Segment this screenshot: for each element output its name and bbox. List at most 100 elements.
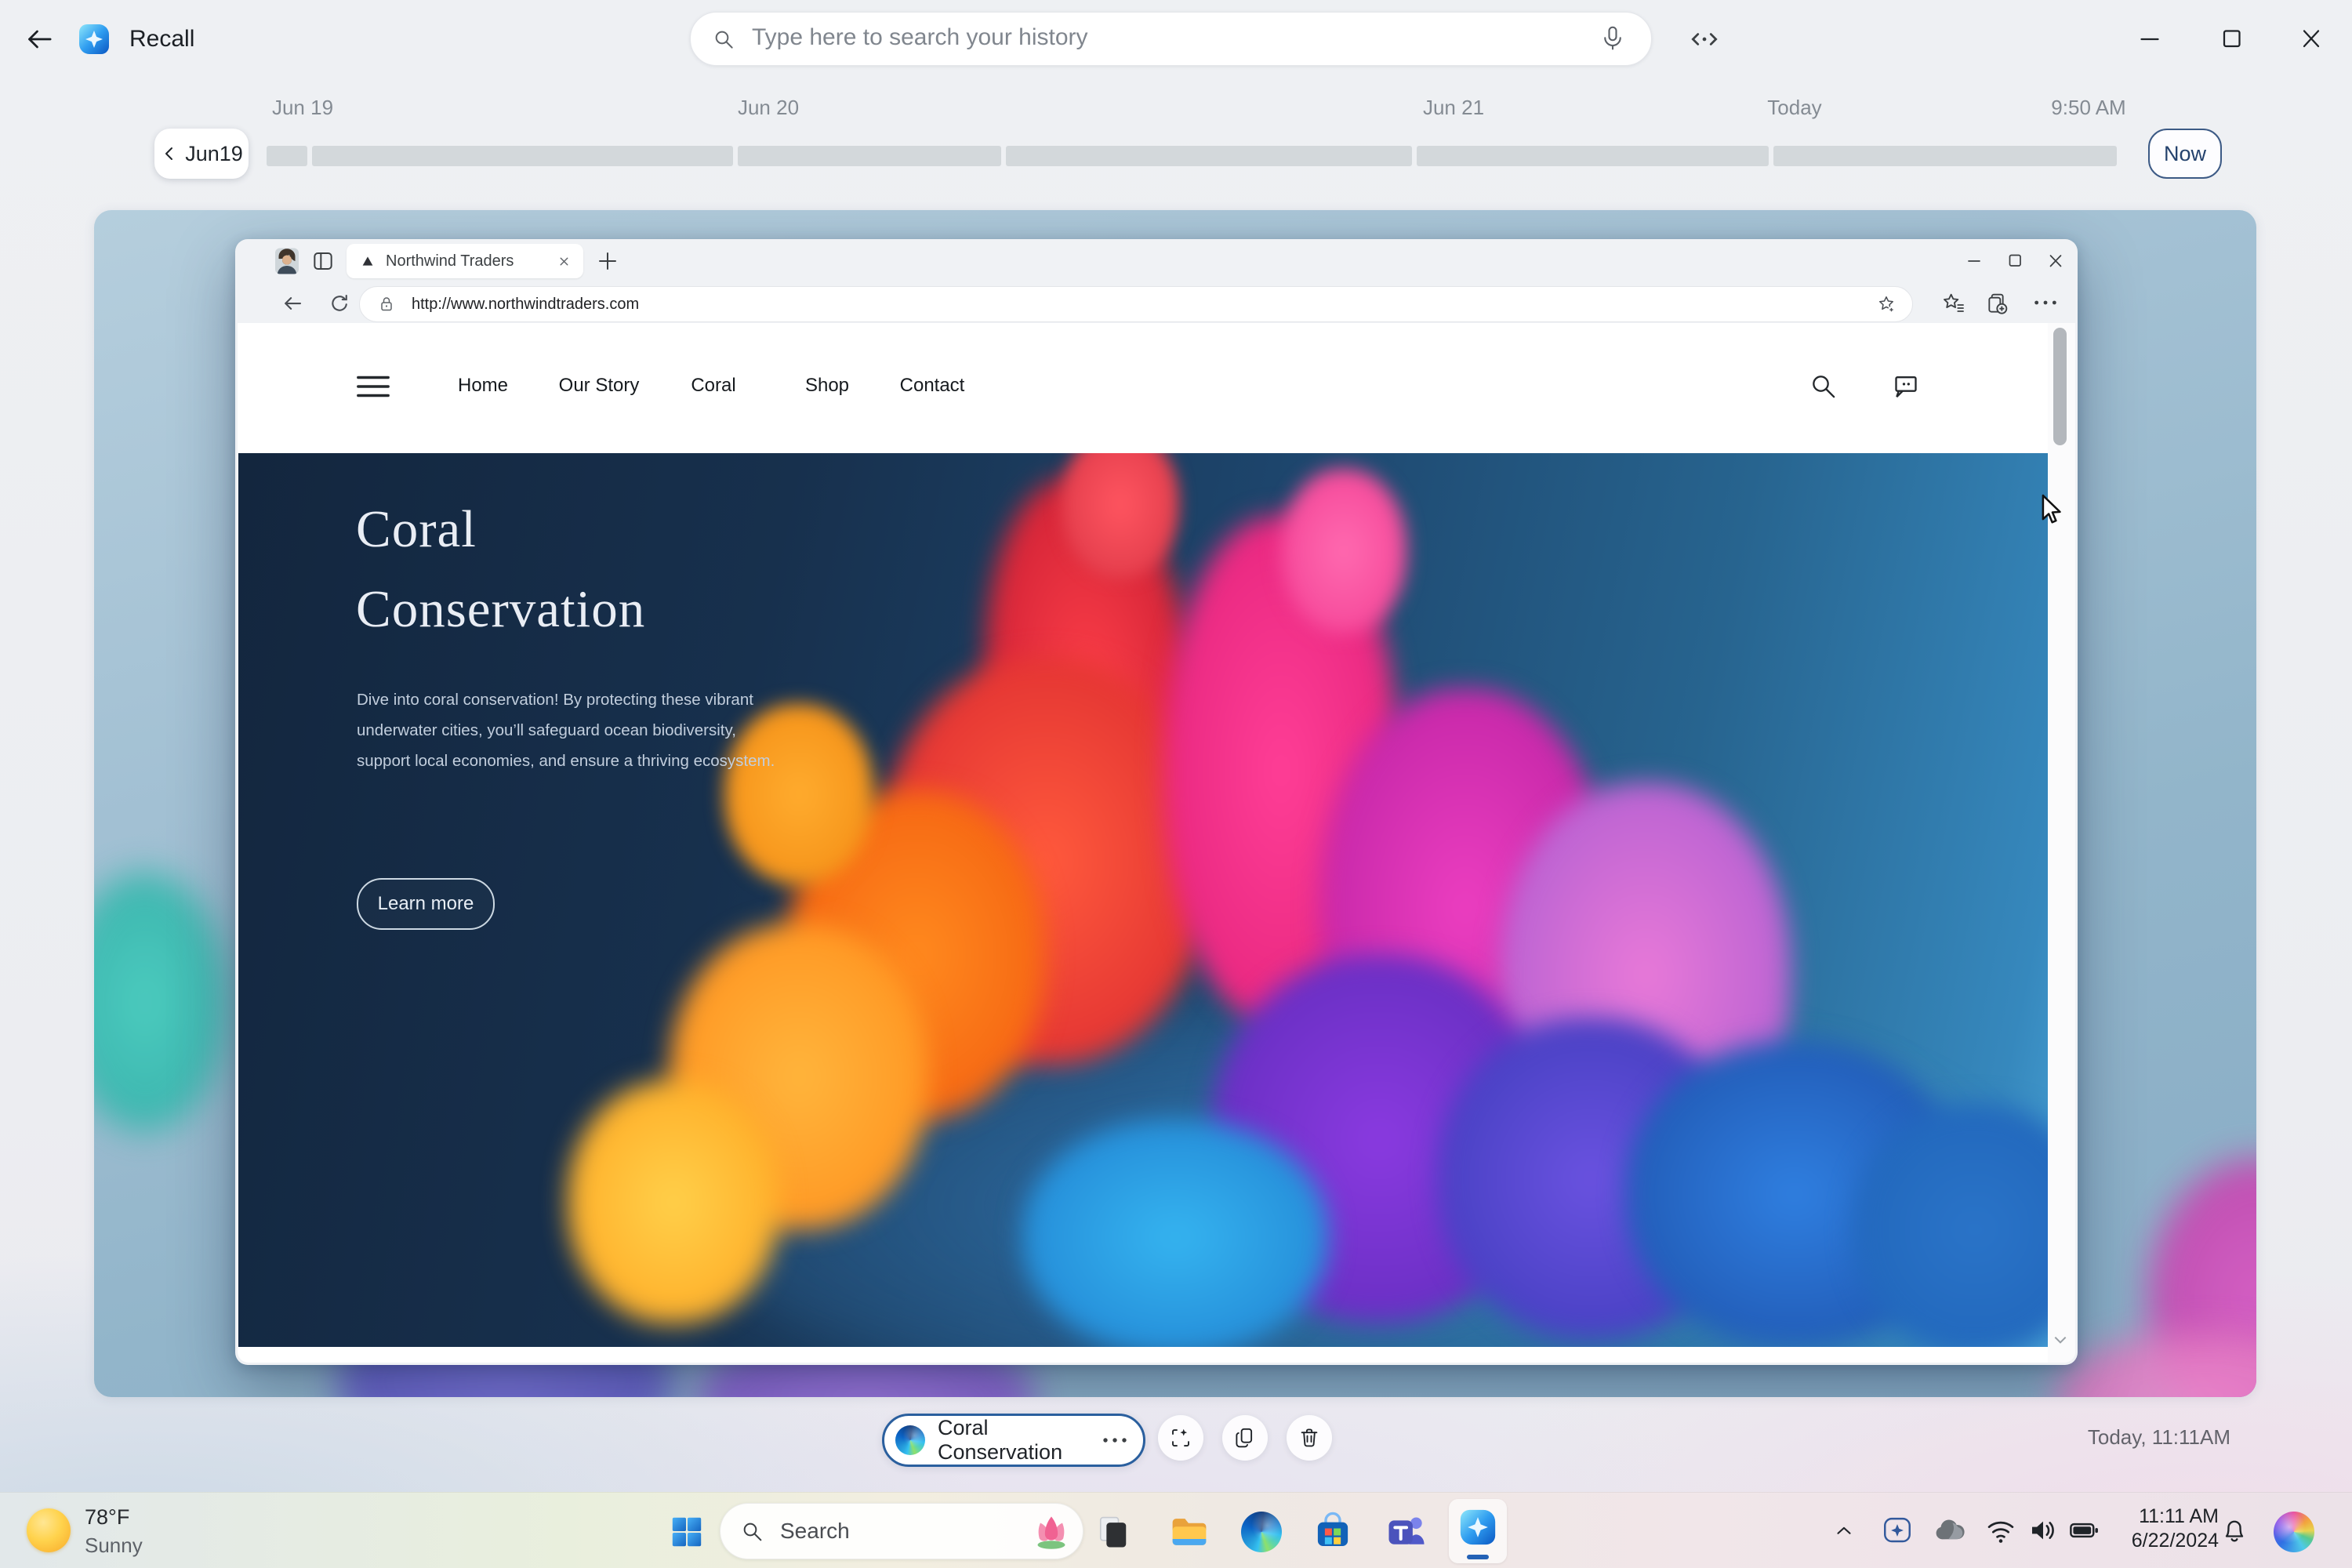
site-menu-icon[interactable] [355,373,391,400]
hero-title-line2: Conservation [356,569,645,649]
snapshot-viewer[interactable]: Northwind Traders [94,210,2256,1397]
now-button[interactable]: Now [2148,129,2222,179]
tray-recall-icon[interactable] [1880,1513,1915,1548]
copilot-button[interactable] [2270,1510,2318,1554]
browser-profile-avatar[interactable] [273,247,301,275]
hero-body-line: Dive into coral conservation! By protect… [357,684,775,715]
scrollbar-thumb[interactable] [2053,328,2067,445]
timeline-scrubber-button[interactable] [1687,22,1722,56]
hero-image: Coral Conservation Dive into coral conse… [238,453,2048,1347]
site-favicon [361,254,375,268]
timeline-segment[interactable] [1417,146,1769,166]
trash-icon [1298,1426,1321,1450]
teams-icon [1385,1511,1428,1553]
scroll-down-arrow-icon[interactable] [2054,1336,2067,1344]
clock-time: 11:11 AM [2117,1504,2219,1529]
jump-to-date-button[interactable]: Jun19 [154,129,249,179]
maximize-icon [2216,25,2247,53]
browser-maximize-button[interactable] [2005,252,2025,270]
app-icon-store[interactable] [1309,1508,1356,1555]
coral-art [1281,469,1406,633]
window-minimize-button[interactable] [2134,25,2165,53]
folder-icon [1168,1511,1210,1553]
browser-menu-icon[interactable] [2032,296,2059,310]
add-favorite-icon[interactable] [1876,294,1896,314]
pill-more-icon[interactable] [1101,1436,1129,1445]
copy-button[interactable] [1222,1415,1268,1461]
browser-refresh-icon[interactable] [328,292,351,315]
nav-link-coral[interactable]: Coral [691,375,735,397]
timeline-segment[interactable] [312,146,733,166]
wifi-icon [1984,1514,2017,1547]
hero-body-line: underwater cities, you’ll safeguard ocea… [357,715,775,746]
click-to-do-button[interactable] [1158,1415,1203,1461]
snapshot-source-label: Coral Conservation [938,1416,1101,1465]
browser-tab-strip: Northwind Traders [235,239,2078,283]
browser-close-button[interactable] [2045,252,2066,270]
lotus-flower-icon[interactable] [1029,1509,1073,1553]
mouse-cursor [2037,494,2067,527]
timeline-track[interactable] [0,146,2352,166]
start-button[interactable] [665,1510,709,1554]
plus-icon [596,249,619,273]
collections-icon[interactable] [1985,291,2010,316]
site-search-icon[interactable] [1807,370,1838,401]
browser-window[interactable]: Northwind Traders [235,239,2078,1365]
recall-logo-icon [1456,1505,1500,1549]
app-title: Recall [129,26,194,53]
workspaces-button[interactable] [310,249,336,274]
speaker-icon [2027,1514,2060,1547]
taskbar-search-placeholder: Search [780,1519,1029,1544]
app-icon-file-explorer[interactable] [1166,1508,1213,1555]
app-icon-teams[interactable] [1383,1508,1430,1555]
tab-close-icon[interactable] [557,255,571,268]
timeline-segment[interactable] [1006,146,1412,166]
close-icon [2045,252,2066,270]
tray-battery-icon[interactable] [2065,1513,2103,1548]
timeline-time-label: 9:50 AM [2051,96,2125,120]
tab-title: Northwind Traders [386,252,557,270]
history-search-bar[interactable]: Type here to search your history [690,12,1652,66]
jump-to-date-label: Jun19 [185,142,243,166]
coral-art [568,1080,779,1323]
wallpaper-bloom-teal [94,873,227,1131]
window-maximize-button[interactable] [2216,25,2247,53]
site-chat-icon[interactable] [1890,370,1922,401]
new-tab-button[interactable] [596,249,619,273]
app-icon-recall-active[interactable] [1449,1499,1507,1563]
snapshot-source-pill[interactable]: Coral Conservation [882,1414,1145,1467]
cloud-icon [1931,1514,1967,1547]
nav-link-shop[interactable]: Shop [805,375,849,397]
page-scrollbar[interactable] [2048,323,2075,1363]
learn-more-button[interactable]: Learn more [357,878,495,930]
coral-art [1022,1120,1328,1347]
tray-wifi-icon[interactable] [1984,1513,2018,1548]
back-button[interactable] [24,24,55,55]
browser-tab[interactable]: Northwind Traders [347,244,583,278]
app-icon-task-window[interactable] [1090,1508,1137,1555]
close-icon [2296,25,2327,53]
weather-widget[interactable]: 78°F Sunny [16,1499,251,1563]
tray-chevron-up[interactable] [1830,1516,1858,1544]
notification-bell-button[interactable] [2217,1513,2252,1548]
tray-onedrive-icon[interactable] [1930,1513,1968,1548]
delete-button[interactable] [1287,1415,1332,1461]
taskbar-clock[interactable]: 11:11 AM 6/22/2024 [2117,1504,2219,1553]
timeline-segment[interactable] [1773,146,2117,166]
browser-back-icon[interactable] [281,292,304,315]
taskbar-search-box[interactable]: Search [720,1503,1083,1559]
timeline-segment[interactable] [738,146,1001,166]
wallpaper-bloom-pink [2054,1331,2256,1397]
timeline-segment[interactable] [267,146,307,166]
address-bar[interactable]: http://www.northwindtraders.com [359,286,1913,322]
nav-link-home[interactable]: Home [458,375,508,397]
nav-link-contact[interactable]: Contact [900,375,965,397]
window-close-button[interactable] [2296,25,2327,53]
favorites-icon[interactable] [1941,291,1966,316]
browser-minimize-button[interactable] [1964,252,1984,270]
battery-icon [2066,1514,2102,1547]
tray-volume-icon[interactable] [2026,1513,2060,1548]
app-icon-edge[interactable] [1240,1510,1283,1554]
nav-link-our-story[interactable]: Our Story [559,375,640,397]
microphone-icon[interactable] [1599,24,1627,53]
